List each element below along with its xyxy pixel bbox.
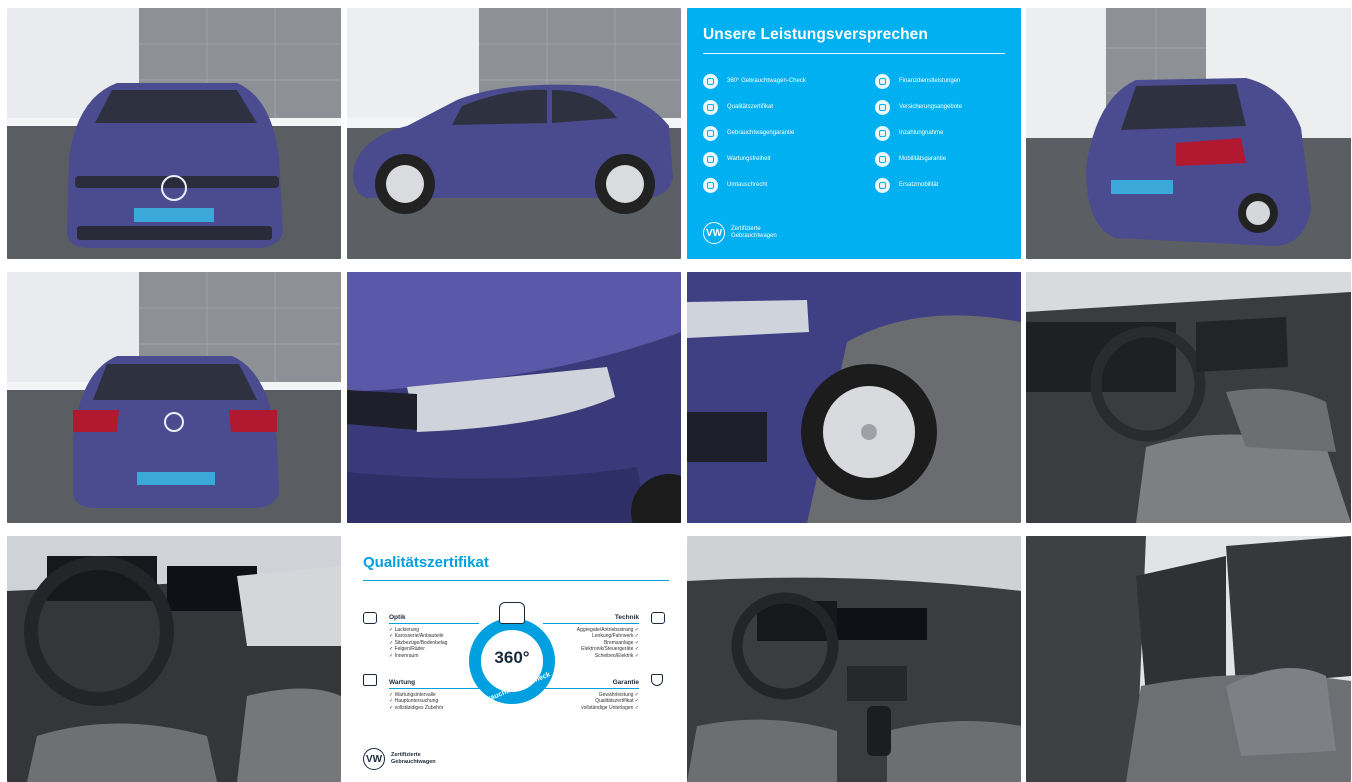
wrench-icon <box>703 151 718 167</box>
check-icon <box>703 73 718 89</box>
gallery-photo-cockpit[interactable] <box>7 536 341 782</box>
car-optics-icon <box>363 612 377 624</box>
quality-optik-section: Optik ✓ Lackierung ✓ Karosserie/Anbautei… <box>389 614 479 659</box>
mobility-icon <box>875 151 890 167</box>
insurance-icon <box>875 99 890 115</box>
quality-certificate-panel[interactable]: Qualitätszertifikat Optik ✓ Lackierung ✓… <box>347 536 681 782</box>
technik-heading: Technik <box>614 614 639 621</box>
promise-divider <box>703 53 1005 54</box>
gallery-photo-rear[interactable] <box>7 272 341 523</box>
certificate-icon <box>703 99 718 115</box>
exchange-icon <box>703 177 718 193</box>
promise-item: 360° Gebrauchtwagen-Check <box>703 72 875 90</box>
quality-title: Qualitätszertifikat <box>363 554 489 571</box>
car-technik-icon <box>651 612 665 624</box>
promise-item: Ersatzmobilität <box>875 176 1008 194</box>
shield-check-icon <box>651 674 663 686</box>
gallery-photo-rear-three-quarter[interactable] <box>1026 8 1351 259</box>
wartung-heading: Wartung <box>389 679 416 686</box>
gallery-photo-side[interactable] <box>347 8 681 259</box>
gallery-photo-headlight[interactable] <box>347 272 681 523</box>
promise-list: 360° Gebrauchtwagen-Check Finanzdienstle… <box>703 72 1008 194</box>
gallery-photo-driver-interior[interactable] <box>1026 272 1351 523</box>
promise-item: Finanzdienstleistungen <box>875 72 1008 90</box>
vw-logo-icon: VW <box>703 222 725 244</box>
car-check-icon <box>499 602 525 624</box>
gallery-photo-rear-seats[interactable] <box>1026 536 1351 782</box>
wrench-icon <box>363 674 377 686</box>
promise-panel[interactable]: Unsere Leistungsversprechen 360° Gebrauc… <box>687 8 1021 259</box>
gallery-photo-dashboard[interactable] <box>687 536 1021 782</box>
promise-item: Inzahlungnahme <box>875 124 1008 142</box>
promise-item: Wartungsfreiheit <box>703 150 875 168</box>
garantie-heading: Garantie <box>612 679 639 686</box>
photo-gallery: Unsere Leistungsversprechen 360° Gebrauc… <box>0 0 1352 782</box>
trade-in-icon <box>875 125 890 141</box>
promise-footer: VW Zertifizierte Gebrauchtwagen <box>703 222 777 244</box>
shield-icon <box>703 125 718 141</box>
promise-item: Versicherungsangebote <box>875 98 1008 116</box>
quality-footer-text: Zertifizierte Gebrauchtwagen <box>391 752 436 765</box>
quality-technik-section: Technik Aggregate/Antriebsstrang ✓ Lenku… <box>543 614 639 659</box>
check-360-value: 360° <box>494 648 530 667</box>
quality-footer: VW Zertifizierte Gebrauchtwagen <box>363 748 436 770</box>
car-icon <box>875 177 890 193</box>
quality-divider <box>363 580 669 581</box>
vw-logo-icon: VW <box>363 748 385 770</box>
promise-item: Qualitätszertifikat <box>703 98 875 116</box>
promise-footer-text: Zertifizierte Gebrauchtwagen <box>731 226 777 239</box>
promise-item: Mobilitätsgarantie <box>875 150 1008 168</box>
promise-item: Gebrauchtwagengarantie <box>703 124 875 142</box>
finance-icon <box>875 73 890 89</box>
gallery-photo-wheel[interactable] <box>687 272 1021 523</box>
gallery-photo-front[interactable] <box>7 8 341 259</box>
promise-title: Unsere Leistungsversprechen <box>703 26 928 43</box>
promise-item: Umtauschrecht <box>703 176 875 194</box>
quality-garantie-section: Garantie Gewährleistung ✓ Qualitätszerti… <box>543 679 639 711</box>
optik-heading: Optik <box>389 614 406 621</box>
